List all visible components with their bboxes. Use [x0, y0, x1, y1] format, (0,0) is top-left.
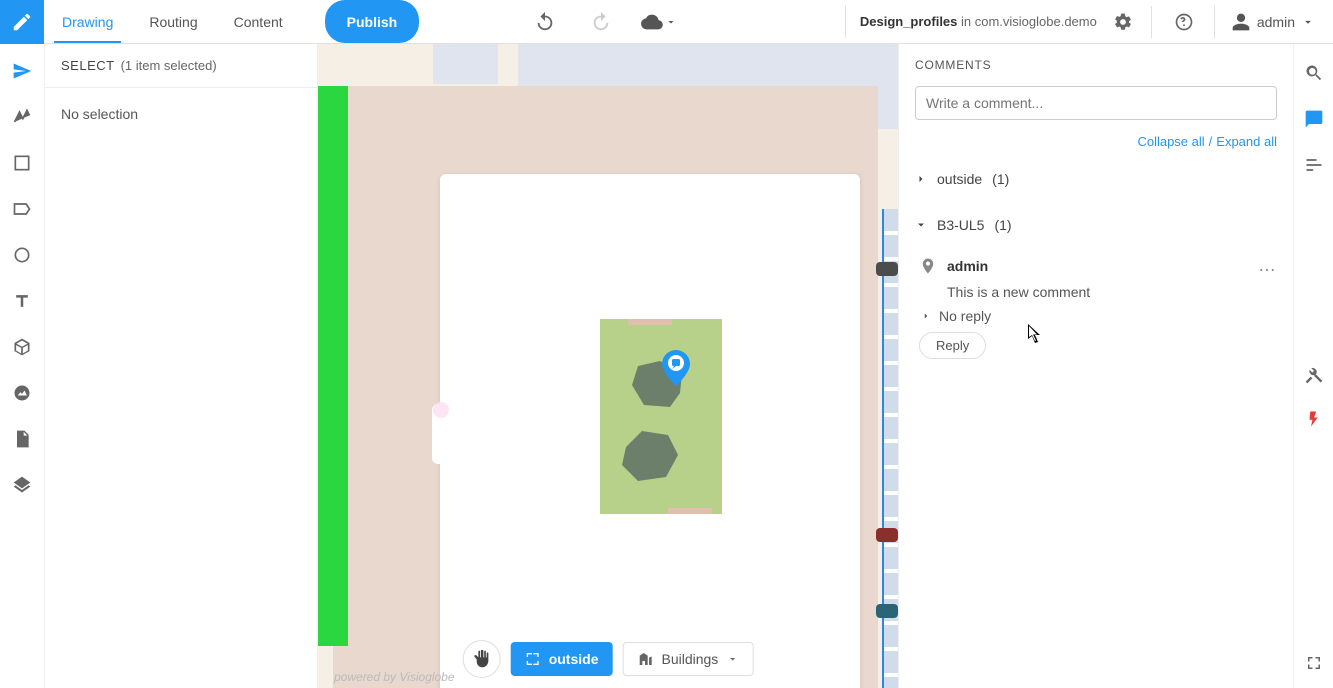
map-car-icon — [876, 262, 898, 276]
main-tabs: Drawing Routing Content — [44, 0, 301, 43]
help-button[interactable] — [1168, 6, 1200, 38]
chevron-right-icon — [915, 173, 927, 185]
tab-drawing[interactable]: Drawing — [44, 0, 131, 43]
bolt-icon[interactable] — [1303, 408, 1325, 430]
thread-outside[interactable]: outside (1) — [915, 163, 1277, 195]
comments-panel: COMMENTS Collapse all/Expand all outside… — [898, 44, 1293, 688]
image-tool[interactable] — [11, 382, 33, 404]
user-name: admin — [1257, 14, 1295, 30]
thread-count: (1) — [994, 217, 1011, 233]
thread-name: B3-UL5 — [937, 217, 984, 233]
comment-body: This is a new comment — [919, 284, 1277, 300]
brand-edit-icon[interactable] — [0, 0, 44, 44]
no-selection-text: No selection — [45, 88, 317, 140]
project-package: com.visioglobe.demo — [975, 14, 1097, 29]
select-panel: SELECT (1 item selected) No selection — [44, 44, 318, 688]
comment-marker-icon[interactable] — [662, 350, 690, 386]
circle-tool[interactable] — [11, 244, 33, 266]
settings-button[interactable] — [1107, 6, 1139, 38]
fullscreen-icon[interactable] — [1303, 652, 1325, 674]
text-tool[interactable] — [11, 290, 33, 312]
line-tool[interactable] — [11, 106, 33, 128]
comment-more-menu[interactable]: … — [1258, 255, 1277, 276]
map-floor-block[interactable] — [600, 319, 722, 514]
map-bg-shape — [433, 44, 498, 84]
powered-by-label: powered by Visioglobe — [334, 670, 455, 684]
document-tool[interactable] — [11, 428, 33, 450]
map-car-icon — [876, 604, 898, 618]
thread-name: outside — [937, 171, 982, 187]
select-label: SELECT — [61, 58, 115, 73]
publish-button[interactable]: Publish — [325, 0, 420, 43]
tab-content[interactable]: Content — [216, 0, 301, 43]
floor-selector-label: outside — [549, 651, 599, 667]
polygon-tool[interactable] — [11, 198, 33, 220]
right-rail — [1293, 44, 1333, 688]
collapse-expand-row: Collapse all/Expand all — [915, 134, 1277, 149]
buildings-dropdown[interactable]: Buildings — [622, 642, 753, 676]
project-name: Design_profiles — [860, 14, 958, 29]
select-tool[interactable] — [11, 60, 33, 82]
comments-title: COMMENTS — [915, 58, 1277, 72]
redo-button[interactable] — [585, 6, 617, 38]
map-door-icon — [628, 319, 672, 325]
comment-author: admin — [947, 258, 988, 274]
comment-replies-toggle[interactable]: No reply — [919, 308, 1277, 324]
map-obstacle-shape — [620, 429, 680, 483]
comment-item: admin … This is a new comment No reply R… — [915, 255, 1277, 359]
map-car-icon — [876, 528, 898, 542]
map-dot-icon — [433, 402, 449, 418]
cube-tool[interactable] — [11, 336, 33, 358]
tools-icon[interactable] — [1303, 364, 1325, 386]
comments-icon[interactable] — [1303, 108, 1325, 130]
map-canvas[interactable]: powered by Visioglobe outside Buildings — [318, 44, 898, 688]
cloud-sync-dropdown[interactable] — [641, 11, 677, 33]
map-green-strip — [318, 86, 348, 646]
comment-input[interactable] — [915, 86, 1277, 120]
list-icon[interactable] — [1303, 154, 1325, 176]
left-toolbar — [0, 44, 44, 688]
reply-button[interactable]: Reply — [919, 332, 986, 359]
project-in: in — [957, 14, 974, 29]
thread-b3-ul5[interactable]: B3-UL5 (1) — [915, 209, 1277, 241]
undo-button[interactable] — [529, 6, 561, 38]
user-menu[interactable]: admin — [1231, 12, 1315, 32]
select-panel-header: SELECT (1 item selected) — [45, 44, 317, 88]
layers-tool[interactable] — [11, 474, 33, 496]
map-building-card[interactable] — [440, 174, 860, 688]
no-reply-label: No reply — [939, 308, 991, 324]
floor-selector-button[interactable]: outside — [511, 642, 613, 676]
top-bar: Drawing Routing Content Publish Design_p… — [0, 0, 1333, 44]
chevron-down-icon — [915, 219, 927, 231]
project-info: Design_profiles in com.visioglobe.demo — [845, 6, 1152, 38]
pan-hand-button[interactable] — [463, 640, 501, 678]
search-icon[interactable] — [1303, 62, 1325, 84]
collapse-all-link[interactable]: Collapse all — [1137, 134, 1204, 149]
thread-count: (1) — [992, 171, 1009, 187]
select-count: (1 item selected) — [121, 58, 217, 73]
buildings-label: Buildings — [661, 651, 718, 667]
chevron-right-icon — [921, 311, 931, 321]
location-pin-icon[interactable] — [919, 257, 937, 275]
expand-all-link[interactable]: Expand all — [1216, 134, 1277, 149]
canvas-bottom-controls: outside Buildings — [463, 640, 754, 678]
map-door-icon — [668, 508, 712, 514]
rectangle-tool[interactable] — [11, 152, 33, 174]
tab-routing[interactable]: Routing — [131, 0, 215, 43]
